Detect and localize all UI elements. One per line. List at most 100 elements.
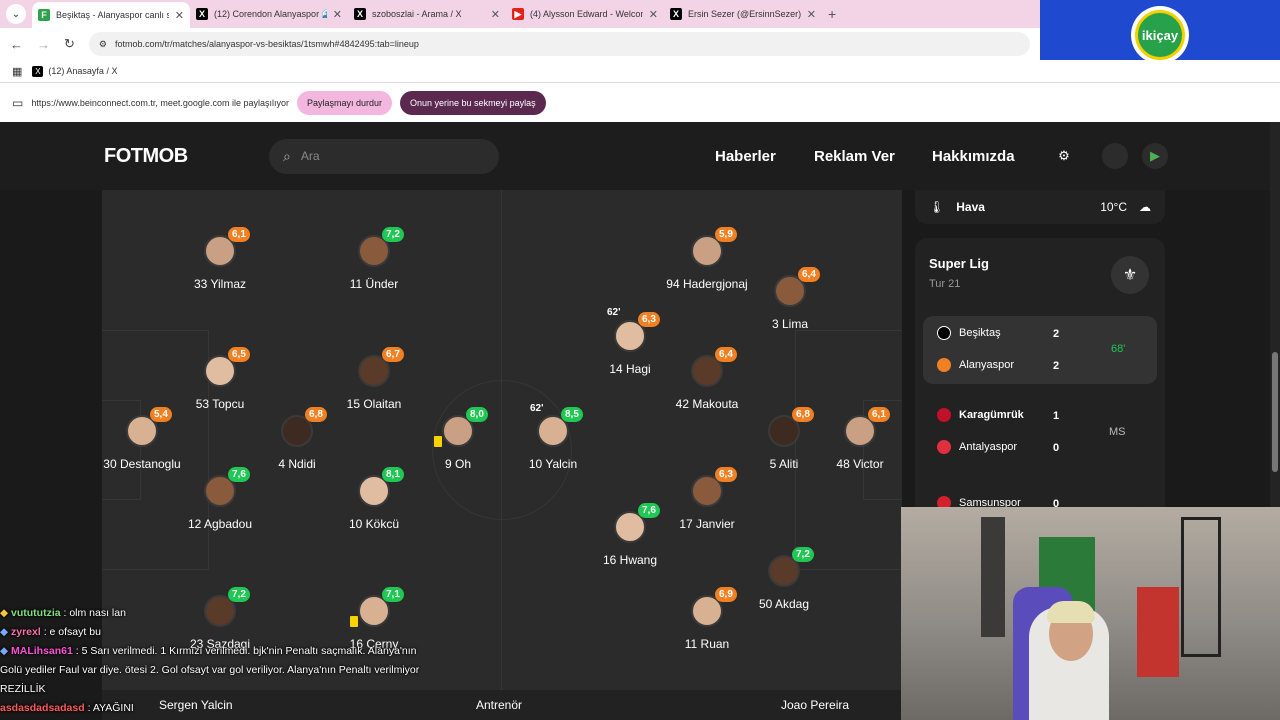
- player-p2[interactable]: 7,2 11 Ünder: [324, 227, 424, 291]
- player-name: 10 Kökcü: [348, 517, 400, 531]
- sub-minute-yalcin: 62': [530, 403, 544, 414]
- player-name: 53 Topcu: [195, 397, 245, 411]
- close-tab-icon[interactable]: ✕: [175, 9, 184, 22]
- stream-chat: ◆ vutututzia : olm nası lan ◆ zyrexl : e…: [0, 604, 420, 718]
- player-q2[interactable]: 6,4 3 Lima: [740, 267, 840, 331]
- sub-minute-hagi: 62': [607, 307, 621, 318]
- sponsor-logo-text: ikiçay: [1135, 10, 1185, 60]
- tab-title: Ersin Sezer (@ErsinnSezer) / X: [688, 9, 801, 19]
- player-rating: 6,5: [228, 347, 250, 362]
- nav-reklam-ver[interactable]: Reklam Ver: [814, 148, 895, 165]
- tab-fotmob[interactable]: F Beşiktaş - Alanyaspor canlı skor ✕: [32, 2, 190, 28]
- match-row-besiktas-alanyaspor[interactable]: Beşiktaş 2 Alanyaspor 2 68': [923, 316, 1157, 384]
- search-icon: ⌕: [283, 147, 291, 164]
- chat-user: asdasdadsadasd: [0, 702, 85, 714]
- chat-user: MALihsan61: [11, 645, 73, 657]
- player-rating: 7,2: [382, 227, 404, 242]
- tab-youtube[interactable]: ▶ (4) Alysson Edward - Welcome ✕: [506, 2, 664, 26]
- player-rating: 6,4: [798, 267, 820, 282]
- player-p8[interactable]: 7,6 12 Agbadou: [170, 467, 270, 531]
- player-p4[interactable]: 6,7 15 Olaitan: [324, 347, 424, 411]
- share-this-tab-button[interactable]: Onun yerine bu sekmeyi paylaş: [400, 90, 546, 115]
- google-play-icon[interactable]: ▶: [1142, 143, 1168, 169]
- match-status-live: 68': [1111, 343, 1126, 355]
- tab-x-search[interactable]: X szoboszlai - Arama / X ✕: [348, 2, 506, 26]
- site-info-icon[interactable]: ⚙: [99, 39, 107, 50]
- apps-grid-icon[interactable]: ▦: [12, 65, 22, 78]
- player-p3[interactable]: 6,5 53 Topcu: [170, 347, 270, 411]
- home-score: 2: [1053, 328, 1060, 340]
- home-score: 1: [1053, 410, 1060, 422]
- x-favicon-icon: X: [354, 8, 366, 20]
- bookmark-label: (12) Anasayfa / X: [48, 66, 118, 76]
- player-q4[interactable]: 6,4 42 Makouta: [657, 347, 757, 411]
- league-round: Tur 21: [929, 278, 961, 290]
- thermometer-icon: 🌡: [929, 200, 945, 214]
- league-logo-icon[interactable]: ⚜: [1111, 256, 1149, 294]
- player-rating: 8,1: [382, 467, 404, 482]
- player-p9[interactable]: 8,1 10 Kökcü: [324, 467, 424, 531]
- player-rating: 6,3: [715, 467, 737, 482]
- bookmarks-bar: ▦ X (12) Anasayfa / X: [0, 60, 1280, 82]
- tab-title: (4) Alysson Edward - Welcome: [530, 9, 643, 19]
- chat-text: : AYAĞINI: [87, 702, 134, 714]
- player-p1[interactable]: 6,1 33 Yilmaz: [170, 227, 270, 291]
- player-rating: 6,7: [382, 347, 404, 362]
- league-name[interactable]: Super Lig: [929, 256, 989, 271]
- player-rating: 6,3: [638, 312, 660, 327]
- scrollbar-thumb[interactable]: [1272, 352, 1278, 472]
- chat-text: : e ofsayt bu: [43, 626, 101, 638]
- weather-card: 🌡 Hava 10°C ☁: [915, 190, 1165, 224]
- close-tab-icon[interactable]: ✕: [807, 8, 816, 21]
- player-q7[interactable]: 6,1 48 Victor: [810, 407, 902, 471]
- chat-message: ◆ vutututzia : olm nası lan: [0, 604, 420, 623]
- nav-haberler[interactable]: Haberler: [715, 148, 776, 165]
- player-rating: 7,2: [228, 587, 250, 602]
- player-q5[interactable]: 8,5 10 Yalcin: [503, 407, 603, 471]
- close-tab-icon[interactable]: ✕: [491, 8, 500, 21]
- weather-value: 10°C: [1100, 200, 1127, 214]
- coach-right: Joao Pereira: [781, 698, 850, 712]
- chat-message: asdasdadsadasd : AYAĞINI: [0, 699, 420, 718]
- forward-arrow-icon[interactable]: →: [37, 37, 50, 52]
- player-p6[interactable]: 6,8 4 Ndidi: [247, 407, 347, 471]
- screen-share-bar: ▭ https://www.beinconnect.com.tr, meet.g…: [0, 82, 1280, 122]
- player-name: 11 Ünder: [349, 277, 399, 291]
- address-bar-row: ← → ↻ ⚙ fotmob.com/tr/matches/alanyaspor…: [0, 28, 1040, 60]
- url-text: fotmob.com/tr/matches/alanyaspor-vs-besi…: [114, 39, 419, 49]
- bookmark-x[interactable]: X (12) Anasayfa / X: [32, 65, 118, 77]
- tab-title: szoboszlai - Arama / X: [372, 9, 462, 19]
- close-tab-icon[interactable]: ✕: [333, 8, 342, 21]
- tab-search-chevron-icon[interactable]: ⌄: [6, 4, 26, 24]
- fotmob-logo[interactable]: FOTMOB: [104, 145, 188, 168]
- weather-label: Hava: [956, 200, 985, 214]
- chat-user: zyrexl: [11, 626, 41, 638]
- settings-gear-icon[interactable]: ⚙: [1051, 143, 1077, 169]
- back-arrow-icon[interactable]: ←: [10, 37, 23, 52]
- antalyaspor-crest-icon: [937, 440, 951, 454]
- player-rating: 6,8: [305, 407, 327, 422]
- player-q9[interactable]: 7,6 16 Hwang: [580, 503, 680, 567]
- share-status-text: https://www.beinconnect.com.tr, meet.goo…: [31, 97, 289, 108]
- player-rating: 7,6: [638, 503, 660, 518]
- tab-x-ersin[interactable]: X Ersin Sezer (@ErsinnSezer) / X ✕: [664, 2, 822, 26]
- close-tab-icon[interactable]: ✕: [649, 8, 658, 21]
- match-row-karagumruk-antalyaspor[interactable]: Karagümrük 1 Antalyaspor 0 MS: [923, 398, 1157, 466]
- player-name: 3 Lima: [771, 317, 809, 331]
- new-tab-button[interactable]: +: [828, 6, 836, 22]
- shelf-left: [981, 517, 1005, 637]
- nav-hakkimizda[interactable]: Hakkımızda: [932, 148, 1015, 165]
- screen-share-icon: ▭: [12, 95, 24, 110]
- apple-store-icon[interactable]: [1102, 143, 1128, 169]
- player-p5[interactable]: 5,4 30 Destanoglu: [102, 407, 192, 471]
- stop-sharing-button[interactable]: Paylaşmayı durdur: [296, 90, 393, 115]
- alanyaspor-crest-icon: [937, 358, 951, 372]
- search-input[interactable]: ⌕ Ara: [269, 138, 499, 174]
- reload-icon[interactable]: ↻: [64, 36, 75, 52]
- besiktas-crest-icon: [937, 326, 951, 340]
- url-field[interactable]: ⚙ fotmob.com/tr/matches/alanyaspor-vs-be…: [88, 32, 1030, 56]
- player-rating: 6,4: [715, 347, 737, 362]
- tab-x-corendon[interactable]: X (12) Corendon Alanyaspor 🌊🌞 ✕: [190, 2, 348, 26]
- player-q11[interactable]: 6,9 11 Ruan: [657, 587, 757, 651]
- player-p7[interactable]: 8,0 9 Oh: [408, 407, 508, 471]
